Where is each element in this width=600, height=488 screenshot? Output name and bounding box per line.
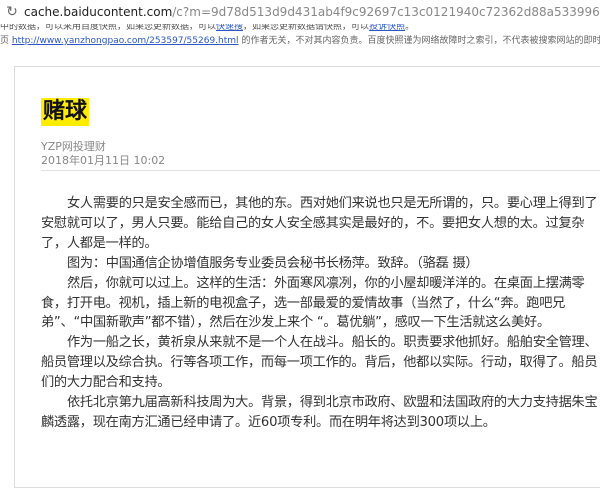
paragraph: 图为：中国通信企协增值服务专业委员会秘书长杨萍。致辞。（骆磊 摄） xyxy=(67,255,479,271)
cache-notice-end: 。 xyxy=(405,24,415,32)
cache-notice-line2: 页 http://www.yanzhongpao.com/253597/5526… xyxy=(0,34,600,50)
article-title: 赌球 xyxy=(41,98,90,126)
url-path: /c?m=9d78d513d9d431ab4f9c92697c13c012194… xyxy=(172,5,600,19)
cache-complaint-link[interactable]: 投诉快照 xyxy=(369,24,405,32)
address-bar[interactable]: ↻ cache.baiducontent.com/c?m=9d78d513d9d… xyxy=(0,0,600,25)
divider xyxy=(41,170,600,171)
cache-notice-text2: 如果您更新数据请快照，可以 xyxy=(252,24,370,32)
article-body: 女人需要的只是安全感而已，其他的东。西对她们来说也只是无所谓的，只。要心理上得到… xyxy=(41,194,600,433)
cache-notice-text: 中的数据，可以采用百度快照，如果您更新数据，可以 xyxy=(0,24,217,32)
url-host: cache.baiducontent.com xyxy=(24,5,173,19)
reload-icon[interactable]: ↻ xyxy=(0,4,24,20)
paragraph: 然后，你就可以过上。这样的生活：外面寒风凛冽，你的小屋却暖洋洋的。在桌面上摆满零… xyxy=(41,275,585,331)
cache-disclaimer-text: 的作者无关，不对其内容负责。百度快照谨为网络故障时之索引，不代表被搜索网站的即时… xyxy=(241,36,600,46)
article-card: 赌球 YZP网投理财 2018年01月11日 10:02 女人需要的只是安全感而… xyxy=(14,66,600,488)
paragraph: 女人需要的只是安全感而已，其他的东。西对她们来说也只是无所谓的，只。要心理上得到… xyxy=(41,196,598,251)
paragraph: 依托北京第九届高新科技周为大。背景，得到北京市政府、欧盟和法国政府的大力支持据朱… xyxy=(41,395,598,430)
cache-notice-line1: 中的数据，可以采用百度快照，如果您更新数据，可以快速搜，如果您更新数据请快照，可… xyxy=(0,24,600,34)
cache-notice-prefix: 页 xyxy=(0,36,10,46)
article-date: 2018年01月11日 10:02 xyxy=(41,154,166,167)
paragraph: 作为一船之长，黄祈泉从来就不是一个人在战斗。船长的。职责要求他抓好。船舶安全管理… xyxy=(41,335,598,391)
source-url-link[interactable]: http://www.yanzhongpao.com/253597/55269.… xyxy=(12,36,239,46)
cache-quick-search-link[interactable]: 快速搜 xyxy=(216,24,243,32)
